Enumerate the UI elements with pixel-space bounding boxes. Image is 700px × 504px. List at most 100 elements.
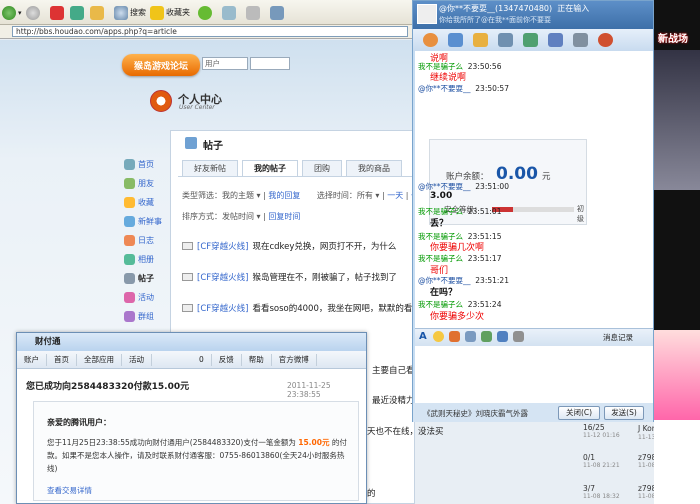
sidebar-item-friends[interactable]: 朋友: [124, 174, 170, 193]
reply-count: 16/25 11-12 01:16: [583, 423, 620, 439]
contact-name: @你**不要耍__(1347470480) 正在输入: [439, 4, 590, 13]
greeting: 亲爱的腾讯用户：: [47, 418, 111, 427]
sidebar-item-posts[interactable]: 帖子: [124, 269, 170, 288]
tab-group-buy[interactable]: 团购: [302, 160, 342, 176]
filter-my-topics[interactable]: 我的主题: [222, 191, 254, 200]
menu-account[interactable]: 账户: [17, 353, 47, 366]
message-history-button[interactable]: 消息记录: [603, 332, 633, 343]
image-icon[interactable]: [497, 331, 508, 342]
sidebar-item-diary[interactable]: 日志: [124, 231, 170, 250]
voice-icon[interactable]: [448, 33, 463, 47]
star-icon: [150, 5, 164, 20]
username-input[interactable]: 用户: [202, 57, 248, 70]
post-icon: [182, 242, 193, 250]
video-icon[interactable]: [423, 33, 438, 47]
favorites-button[interactable]: 收藏夹: [150, 4, 190, 21]
print-button[interactable]: [246, 4, 260, 21]
mail-icon: [222, 5, 236, 20]
user-center-subtitle: User Center: [179, 104, 215, 111]
post-row-text[interactable]: 的: [367, 487, 376, 499]
password-input[interactable]: [250, 57, 290, 70]
address-bar: http://bbs.houdao.com/apps.php?q=article: [0, 25, 412, 39]
payment-details: 您于11月25日23:38:55成功向财付通用户(2584483320)支付一笔…: [47, 438, 347, 473]
notification-date: 2011-11-25 23:38:55: [287, 381, 331, 399]
tab-my-goods[interactable]: 我的商品: [346, 160, 402, 176]
side-ad-banner[interactable]: 新战场: [654, 0, 700, 504]
filter-my-replies[interactable]: 我的回复: [268, 191, 300, 200]
group-icon[interactable]: [548, 33, 563, 47]
menu-feedback[interactable]: 反馈: [212, 353, 242, 366]
post-list-item[interactable]: [CF穿越火线] 现在cdkey兑换，网页打不开，为什么: [182, 240, 422, 252]
anime-character-image: [654, 330, 700, 420]
chat-footer: 《武则天秘史》刘晓庆霸气外露 关闭(C) 发送(S): [413, 403, 653, 422]
search-icon: [114, 5, 128, 20]
post-row-text[interactable]: 天也不在线，没法买: [367, 425, 444, 437]
menu-weibo[interactable]: 官方微博: [272, 353, 317, 366]
font-icon[interactable]: A: [419, 331, 427, 342]
site-logo[interactable]: 猴岛游戏论坛: [122, 54, 200, 76]
payment-notification-window: 财付通 账户 首页 全部应用 活动 0 反馈 帮助 官方微博 您已成功向2584…: [16, 332, 367, 504]
edit-button[interactable]: [270, 4, 284, 21]
security-meter: [492, 207, 574, 212]
close-button[interactable]: 关闭(C): [558, 406, 600, 420]
chat-message: 你要骗几次啊: [430, 243, 485, 253]
browser-toolbar: ▾ 搜索 收藏夹: [0, 0, 412, 25]
screen-icon[interactable]: [498, 33, 513, 47]
mail-button[interactable]: [222, 4, 236, 21]
history-button[interactable]: [198, 4, 212, 21]
sort-post-time[interactable]: 发帖时间: [222, 212, 254, 221]
sidebar-item-group[interactable]: 群组: [124, 307, 170, 326]
back-arrow-icon: [2, 5, 16, 20]
diary-icon: [124, 235, 135, 246]
sidebar-item-favorites[interactable]: 收藏: [124, 193, 170, 212]
settings-icon[interactable]: [573, 33, 588, 47]
menu-home[interactable]: 首页: [47, 353, 77, 366]
menu-activity[interactable]: 活动: [122, 353, 152, 366]
input-format-toolbar: A 消息记录: [415, 328, 653, 346]
tab-friends-posts[interactable]: 好友新帖: [182, 160, 238, 176]
chat-message: 3.00: [430, 191, 453, 201]
sidebar-item-home[interactable]: 首页: [124, 155, 170, 174]
address-input[interactable]: http://bbs.houdao.com/apps.php?q=article: [12, 26, 408, 37]
screenshot-icon[interactable]: [513, 331, 524, 342]
time-one-day[interactable]: 一天: [387, 191, 403, 200]
user-center-icon: [150, 90, 172, 112]
edit-icon: [270, 5, 284, 20]
post-row-text[interactable]: 主要自己看: [372, 364, 415, 376]
post-list-item[interactable]: [CF穿越火线] 猴岛管理在不，刚被骗了，帖子找到了: [182, 271, 422, 283]
ad-link[interactable]: 《武则天秘史》刘晓庆霸气外露: [423, 408, 528, 419]
chat-toolbar: [413, 29, 653, 51]
search-button[interactable]: 搜索: [114, 4, 146, 21]
stop-button[interactable]: [50, 4, 64, 21]
refresh-icon: [70, 5, 84, 20]
chat-message: 继续说啊: [430, 73, 467, 83]
forward-button[interactable]: [26, 4, 40, 21]
notification-headline: 您已成功向2584483320付款15.00元: [26, 382, 190, 392]
send-button[interactable]: 发送(S): [604, 406, 644, 420]
tab-bar: 好友新帖 我的帖子 团购 我的商品: [182, 160, 402, 176]
magic-icon[interactable]: [449, 331, 460, 342]
voice-message-icon[interactable]: [481, 331, 492, 342]
home-button[interactable]: [90, 4, 104, 21]
menu-all-apps[interactable]: 全部应用: [77, 353, 122, 366]
view-details-link[interactable]: 查看交易详情: [47, 485, 92, 496]
tab-my-posts[interactable]: 我的帖子: [242, 160, 298, 176]
menu-help[interactable]: 帮助: [242, 353, 272, 366]
time-select[interactable]: 所有: [357, 191, 373, 200]
avatar[interactable]: [417, 4, 437, 24]
refresh-button[interactable]: [70, 4, 84, 21]
more-icon[interactable]: [598, 33, 613, 47]
sidebar-item-news[interactable]: 新鲜事: [124, 212, 170, 231]
sidebar-item-album[interactable]: 相册: [124, 250, 170, 269]
app-icon[interactable]: [523, 33, 538, 47]
sort-reply-time[interactable]: 回复时间: [268, 212, 300, 221]
emoji-icon[interactable]: [433, 331, 444, 342]
menu-message-count[interactable]: 0: [192, 353, 212, 366]
back-button[interactable]: ▾: [2, 4, 22, 21]
post-list-item[interactable]: [CF穿越火线] 看看soso的4000，我坐在网吧，默默的看: [182, 302, 422, 314]
file-icon[interactable]: [473, 33, 488, 47]
message-input[interactable]: [415, 346, 653, 403]
shake-icon[interactable]: [465, 331, 476, 342]
post-row-text[interactable]: 最近没精力: [372, 394, 415, 406]
sidebar-item-activity[interactable]: 活动: [124, 288, 170, 307]
